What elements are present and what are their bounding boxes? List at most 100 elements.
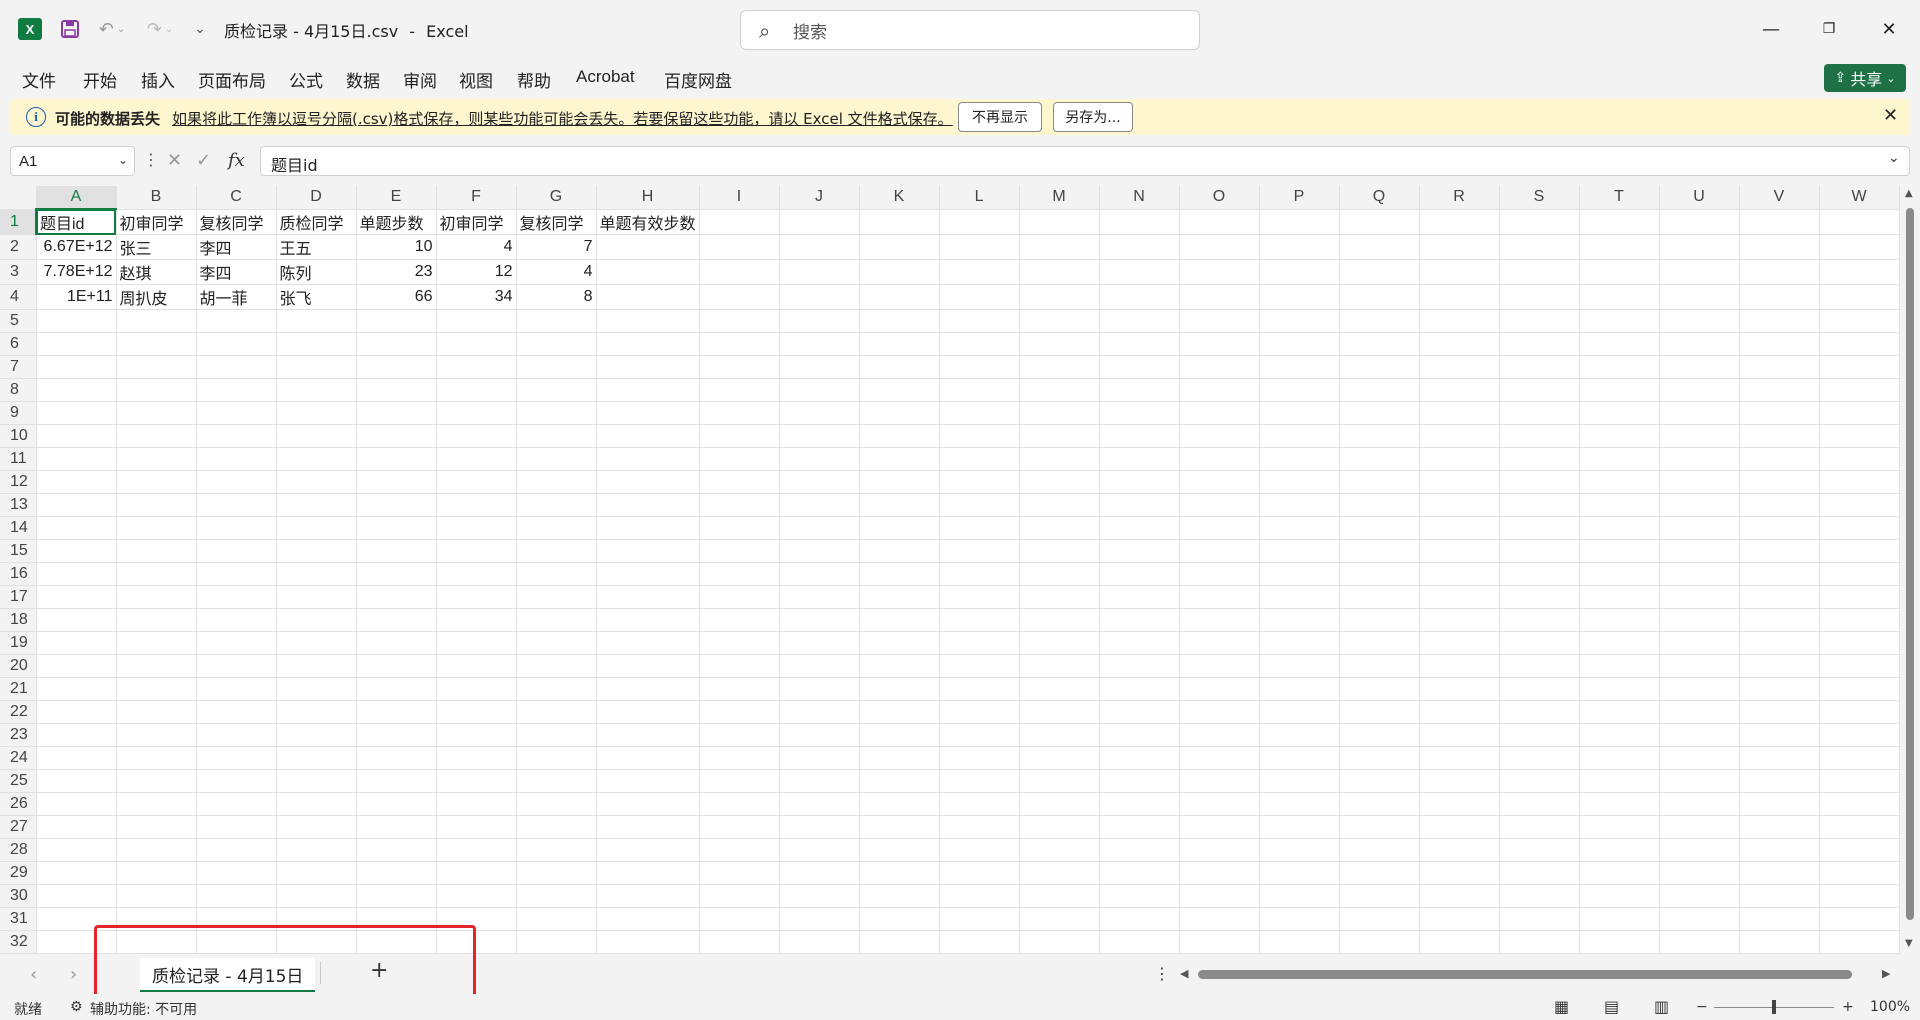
cell-v28[interactable] (1739, 838, 1820, 862)
cell-v8[interactable] (1739, 378, 1820, 402)
more-options-icon[interactable]: ⋮ (143, 150, 159, 169)
cell-a2[interactable]: 6.67E+12 (36, 234, 117, 260)
cell-v27[interactable] (1739, 815, 1820, 839)
cell-i24[interactable] (699, 746, 780, 770)
cell-v18[interactable] (1739, 608, 1820, 632)
cell-e2[interactable]: 10 (356, 234, 437, 260)
row-header[interactable]: 24 (0, 746, 37, 770)
cell-d11[interactable] (276, 447, 357, 471)
cell-c6[interactable] (196, 332, 277, 356)
cell-c15[interactable] (196, 539, 277, 563)
cell-t3[interactable] (1579, 259, 1660, 285)
cell-a24[interactable] (36, 746, 117, 770)
cell-q12[interactable] (1339, 470, 1420, 494)
cell-u27[interactable] (1659, 815, 1740, 839)
cell-t14[interactable] (1579, 516, 1660, 540)
cell-b29[interactable] (116, 861, 197, 885)
cell-g5[interactable] (516, 309, 597, 333)
cell-a10[interactable] (36, 424, 117, 448)
cell-w15[interactable] (1819, 539, 1900, 563)
scroll-right-icon[interactable]: ▶ (1882, 967, 1890, 980)
cell-o1[interactable] (1179, 209, 1260, 235)
cell-l13[interactable] (939, 493, 1020, 517)
cell-l8[interactable] (939, 378, 1020, 402)
cell-s4[interactable] (1499, 284, 1580, 310)
cell-t29[interactable] (1579, 861, 1660, 885)
cell-b19[interactable] (116, 631, 197, 655)
cell-v10[interactable] (1739, 424, 1820, 448)
cell-j4[interactable] (779, 284, 860, 310)
cell-k23[interactable] (859, 723, 940, 747)
row-header[interactable]: 15 (0, 539, 37, 563)
cell-j23[interactable] (779, 723, 860, 747)
cell-g6[interactable] (516, 332, 597, 356)
cell-j31[interactable] (779, 907, 860, 931)
cell-f22[interactable] (436, 700, 517, 724)
cell-p6[interactable] (1259, 332, 1340, 356)
cell-g16[interactable] (516, 562, 597, 586)
cell-k18[interactable] (859, 608, 940, 632)
cell-w9[interactable] (1819, 401, 1900, 425)
cell-d30[interactable] (276, 884, 357, 908)
cell-u7[interactable] (1659, 355, 1740, 379)
cell-f3[interactable]: 12 (436, 259, 517, 285)
cell-e19[interactable] (356, 631, 437, 655)
column-header-g[interactable]: G (516, 186, 597, 210)
cell-h13[interactable] (596, 493, 700, 517)
cell-w2[interactable] (1819, 234, 1900, 260)
cell-m29[interactable] (1019, 861, 1100, 885)
cell-b15[interactable] (116, 539, 197, 563)
cell-m26[interactable] (1019, 792, 1100, 816)
cell-m15[interactable] (1019, 539, 1100, 563)
column-header-n[interactable]: N (1099, 186, 1180, 210)
tab-data[interactable]: 数据 (346, 67, 380, 92)
cell-k15[interactable] (859, 539, 940, 563)
cell-b4[interactable]: 周扒皮 (116, 284, 197, 310)
cell-f9[interactable] (436, 401, 517, 425)
row-header[interactable]: 13 (0, 493, 37, 517)
cell-f30[interactable] (436, 884, 517, 908)
cell-g15[interactable] (516, 539, 597, 563)
cell-t11[interactable] (1579, 447, 1660, 471)
cell-i6[interactable] (699, 332, 780, 356)
cell-b6[interactable] (116, 332, 197, 356)
cell-d24[interactable] (276, 746, 357, 770)
cell-v16[interactable] (1739, 562, 1820, 586)
cell-b9[interactable] (116, 401, 197, 425)
cell-n25[interactable] (1099, 769, 1180, 793)
cell-j32[interactable] (779, 930, 860, 954)
cell-q29[interactable] (1339, 861, 1420, 885)
cell-l31[interactable] (939, 907, 1020, 931)
cell-e6[interactable] (356, 332, 437, 356)
cell-n9[interactable] (1099, 401, 1180, 425)
cell-w16[interactable] (1819, 562, 1900, 586)
save-icon[interactable] (56, 14, 84, 44)
cell-m31[interactable] (1019, 907, 1100, 931)
row-header[interactable]: 8 (0, 378, 37, 402)
cell-m24[interactable] (1019, 746, 1100, 770)
cell-r16[interactable] (1419, 562, 1500, 586)
next-sheet-icon[interactable]: › (70, 964, 77, 985)
cell-a15[interactable] (36, 539, 117, 563)
cell-p27[interactable] (1259, 815, 1340, 839)
cell-v2[interactable] (1739, 234, 1820, 260)
cell-a3[interactable]: 7.78E+12 (36, 259, 117, 285)
cell-f8[interactable] (436, 378, 517, 402)
cell-a19[interactable] (36, 631, 117, 655)
cell-a4[interactable]: 1E+11 (36, 284, 117, 310)
cell-f2[interactable]: 4 (436, 234, 517, 260)
cell-m8[interactable] (1019, 378, 1100, 402)
cell-u10[interactable] (1659, 424, 1740, 448)
cell-u4[interactable] (1659, 284, 1740, 310)
cell-a29[interactable] (36, 861, 117, 885)
cell-k26[interactable] (859, 792, 940, 816)
cell-w4[interactable] (1819, 284, 1900, 310)
tab-review[interactable]: 审阅 (403, 67, 437, 92)
cell-d10[interactable] (276, 424, 357, 448)
cell-s14[interactable] (1499, 516, 1580, 540)
cell-u6[interactable] (1659, 332, 1740, 356)
cell-c16[interactable] (196, 562, 277, 586)
cell-j25[interactable] (779, 769, 860, 793)
row-header[interactable]: 11 (0, 447, 37, 471)
cell-d23[interactable] (276, 723, 357, 747)
